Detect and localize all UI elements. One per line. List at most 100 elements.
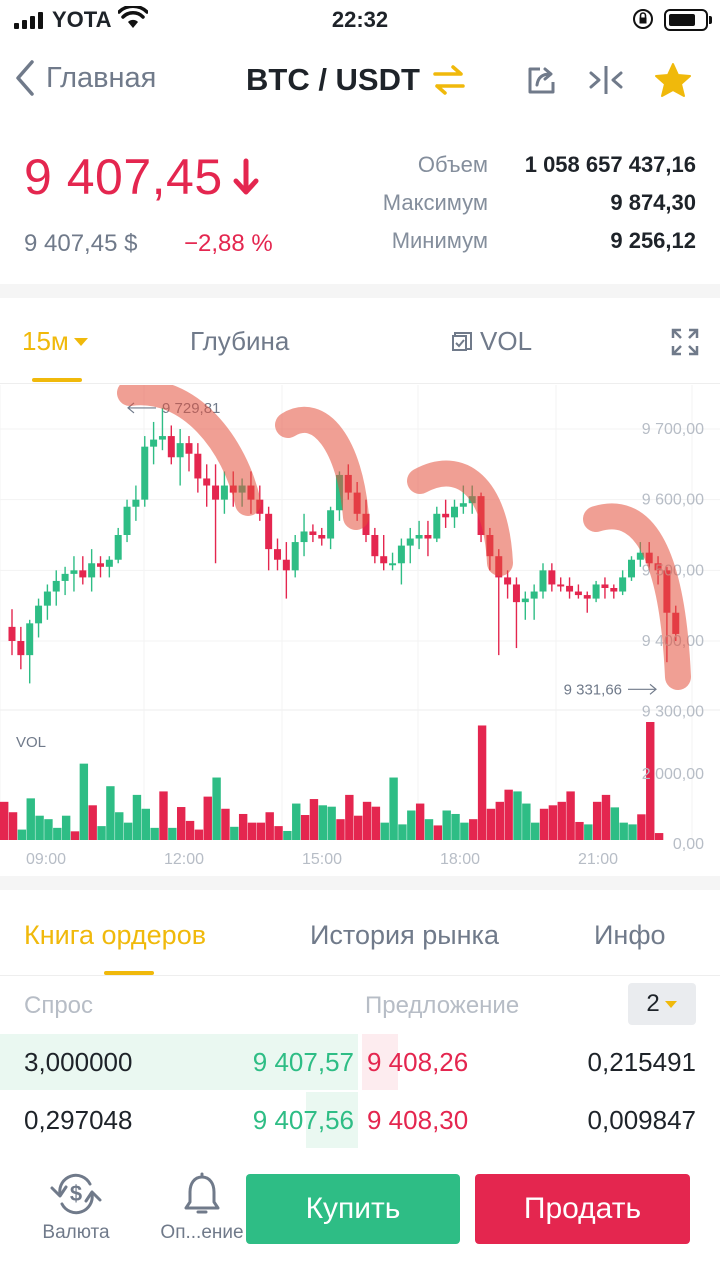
volume-bar xyxy=(150,827,159,840)
volume-bar xyxy=(88,805,97,840)
volume-bar xyxy=(8,812,18,840)
candle-body xyxy=(300,531,308,543)
ticker-stats: Объем 1 058 657 437,16 Максимум 9 874,30… xyxy=(360,152,696,266)
chevron-left-icon xyxy=(16,60,34,96)
candle-body xyxy=(88,563,96,578)
candle-body xyxy=(79,570,87,578)
bottom-action-bar: $ Валюта Оп...ение Купить Продать xyxy=(0,1160,720,1280)
candle-body xyxy=(167,436,175,458)
volume-bar xyxy=(469,819,478,840)
candle-body xyxy=(548,570,556,585)
volume-bar xyxy=(486,808,496,840)
stat-value: 9 874,30 xyxy=(610,190,696,215)
checkbox-icon xyxy=(452,331,472,351)
volume-bar xyxy=(132,794,142,840)
volume-tick-label: 2 000,00 xyxy=(642,766,704,783)
candle-body xyxy=(291,542,299,571)
candle-body xyxy=(35,605,43,624)
candle-body xyxy=(220,485,228,500)
currency-label: Валюта xyxy=(42,1222,110,1243)
price-chart[interactable]: 9 700,00 9 600,00 9 500,00 9 400,00 9 300,00… xyxy=(0,379,720,875)
volume-bar xyxy=(300,815,310,840)
volume-label: VOL xyxy=(16,734,46,751)
nav-bar: Главная BTC / USDT xyxy=(0,50,720,114)
candle-body xyxy=(601,584,609,588)
stat-label: Минимум xyxy=(391,228,488,253)
ask-header: Предложение xyxy=(365,992,520,1019)
volume-bar xyxy=(123,822,133,840)
candle-body xyxy=(628,559,635,578)
orderbook-row[interactable]: 3,000000 9 407,57 9 408,26 0,215491 xyxy=(0,1034,720,1090)
volume-bar xyxy=(44,819,53,840)
volume-bar xyxy=(61,815,71,840)
candle-body xyxy=(176,443,184,458)
tab-market-history[interactable]: История рынка xyxy=(310,920,499,951)
caret-down-icon xyxy=(664,1000,677,1008)
candle-body xyxy=(212,485,220,500)
candle-body xyxy=(512,584,520,603)
ask-quantity: 0,215491 xyxy=(587,1047,696,1077)
candlestick-chart[interactable]: 9 700,009 600,009 500,009 400,009 300,00… xyxy=(0,379,720,875)
currency-button[interactable]: $ Валюта xyxy=(30,1172,122,1244)
interval-selector[interactable]: 15м xyxy=(22,326,89,357)
depth-selector[interactable]: 2 xyxy=(628,983,696,1025)
volume-bar xyxy=(70,831,80,840)
volume-bar xyxy=(433,825,443,840)
candle-body xyxy=(150,439,158,447)
candle-body xyxy=(274,549,281,560)
sell-button[interactable]: Продать xyxy=(475,1174,690,1244)
orderbook-row[interactable]: 0,297048 9 407,56 9 408,30 0,009847 xyxy=(0,1092,720,1148)
volume-bar xyxy=(548,805,558,840)
candle-body xyxy=(61,573,69,581)
candle-body xyxy=(70,570,78,574)
fullscreen-icon[interactable] xyxy=(671,328,699,356)
volume-bar xyxy=(141,808,150,840)
candle-body xyxy=(8,626,16,641)
tab-order-book[interactable]: Книга ордеров xyxy=(24,920,206,951)
divider xyxy=(0,876,720,890)
stat-value: 1 058 657 437,16 xyxy=(524,152,696,177)
pair-selector[interactable]: BTC / USDT xyxy=(246,62,466,98)
battery-icon xyxy=(664,9,712,31)
candle-body xyxy=(539,570,547,592)
pair-label: BTC / USDT xyxy=(246,62,420,97)
low-marker-label: 9 331,66 xyxy=(564,681,622,698)
volume-bar xyxy=(566,791,575,840)
interval-label: 15м xyxy=(22,326,69,356)
tab-info[interactable]: Инфо xyxy=(594,920,666,951)
volume-bar xyxy=(371,806,381,840)
volume-bar xyxy=(177,807,186,840)
tab-depth[interactable]: Глубина xyxy=(190,326,289,357)
volume-bar xyxy=(97,826,106,840)
candle-body xyxy=(282,559,290,571)
volume-bar xyxy=(619,822,628,840)
bid-price: 9 407,56 xyxy=(252,1105,354,1135)
back-button[interactable]: Главная xyxy=(14,58,156,98)
caret-down-icon xyxy=(73,337,88,346)
volume-bar xyxy=(221,808,230,840)
compare-icon[interactable] xyxy=(588,64,624,96)
volume-bar xyxy=(354,815,363,840)
candle-body xyxy=(26,623,34,656)
candle-body xyxy=(17,641,25,656)
favorite-star-icon[interactable] xyxy=(654,62,692,98)
volume-bar xyxy=(26,798,35,840)
buy-button[interactable]: Купить xyxy=(246,1174,460,1244)
volume-bar xyxy=(610,807,620,840)
divider xyxy=(0,284,720,298)
candle-body xyxy=(194,453,202,479)
volume-bar xyxy=(637,814,646,840)
volume-bar xyxy=(318,805,327,840)
candle-body xyxy=(203,478,211,486)
candle-body xyxy=(442,513,450,518)
candle-body xyxy=(141,446,149,500)
alert-button[interactable]: Оп...ение xyxy=(156,1172,248,1244)
vol-label: VOL xyxy=(480,326,533,356)
share-icon[interactable] xyxy=(526,64,558,96)
tab-vol[interactable]: VOL xyxy=(452,326,532,357)
volume-bar xyxy=(159,791,168,840)
candle-body xyxy=(459,503,467,507)
price-tick-label: 9 700,00 xyxy=(642,421,704,438)
time-tick-label: 12:00 xyxy=(164,851,204,868)
volume-bar xyxy=(168,827,177,840)
